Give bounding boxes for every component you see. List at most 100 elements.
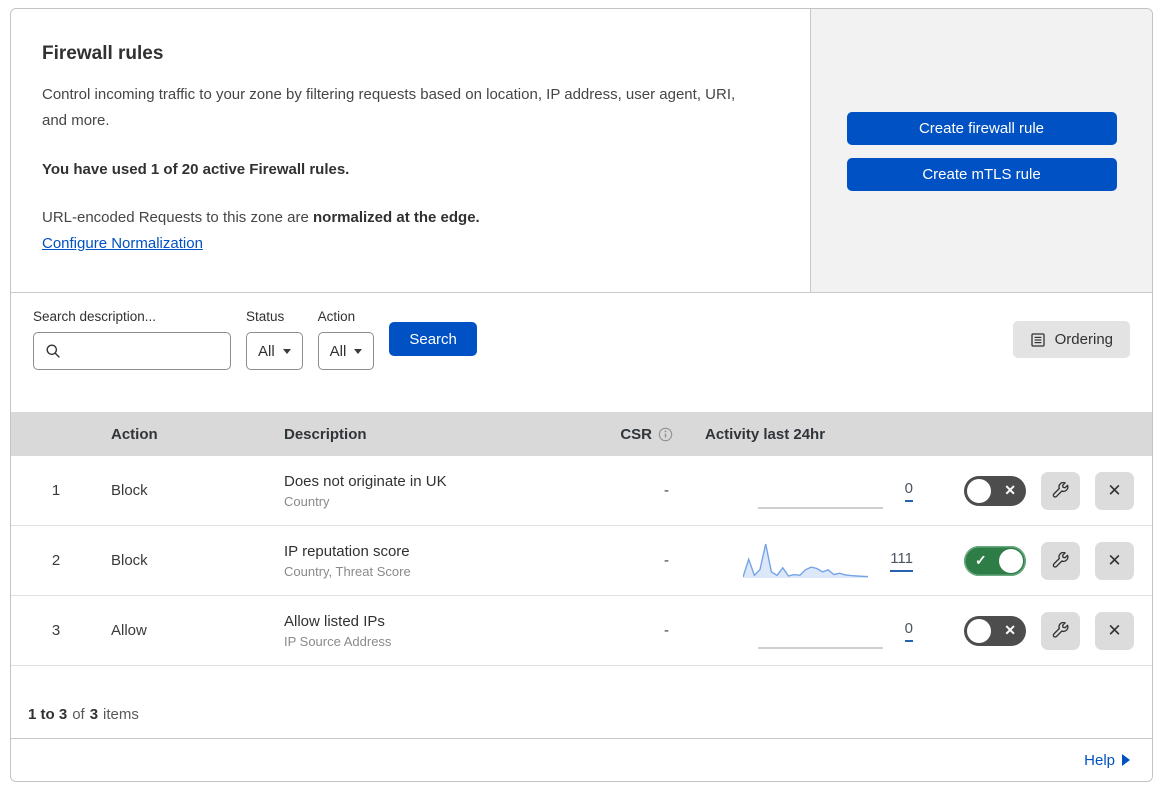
normalization-bold: normalized at the edge. — [313, 208, 480, 226]
action-dropdown[interactable]: All — [317, 332, 375, 370]
rule-enabled-toggle[interactable]: ✕ — [964, 475, 1026, 506]
rule-criteria: Country — [284, 493, 330, 509]
delete-rule-button[interactable]: ✕ — [1095, 541, 1134, 580]
page: Firewall rules Control incoming traffic … — [0, 0, 1161, 791]
delete-rule-button[interactable]: ✕ — [1095, 471, 1134, 510]
rule-activity-cell: 111 — [699, 526, 929, 595]
help-link-label: Help — [1084, 751, 1115, 769]
col-description: Description — [284, 425, 367, 443]
activity-sparkline — [757, 506, 883, 509]
create-firewall-rule-button[interactable]: Create firewall rule — [846, 112, 1117, 145]
edit-rule-button[interactable] — [1041, 611, 1080, 650]
action-filter-group: Action All — [317, 309, 375, 370]
activity-sparkline — [757, 646, 883, 649]
rule-action: Block — [111, 552, 148, 569]
rule-criteria: IP Source Address — [284, 633, 392, 649]
close-icon: ✕ — [1107, 550, 1122, 570]
table-row: 3 Allow Allow listed IPs IP Source Addre… — [11, 596, 1152, 666]
toggle-state-icon: ✕ — [1004, 481, 1016, 498]
items-text: items — [103, 706, 139, 723]
search-label: Search description... — [33, 309, 157, 324]
rule-criteria: Country, Threat Score — [284, 563, 411, 579]
rule-description-cell: IP reputation score Country, Threat Scor… — [269, 543, 599, 579]
chevron-down-icon — [354, 348, 363, 354]
activity-count-link[interactable]: 0 — [904, 620, 913, 642]
table-row: 1 Block Does not originate in UK Country… — [11, 456, 1152, 526]
toggle-knob — [967, 478, 991, 503]
activity-count-link[interactable]: 111 — [890, 550, 913, 572]
rule-description: Allow listed IPs — [284, 612, 385, 630]
close-icon: ✕ — [1107, 480, 1122, 500]
rule-controls: ✕ ✕ — [929, 471, 1152, 510]
rule-csr-value: - — [664, 482, 669, 499]
edit-rule-button[interactable] — [1041, 471, 1080, 510]
of-text: of — [72, 706, 85, 723]
wrench-icon — [1052, 552, 1069, 569]
activity-sparkline — [743, 543, 869, 578]
page-description: Control incoming traffic to your zone by… — [42, 86, 736, 130]
status-dropdown[interactable]: All — [246, 332, 303, 370]
range-text: 1 to 3 — [28, 706, 68, 723]
rule-priority: 3 — [51, 622, 61, 639]
rule-enabled-toggle[interactable]: ✕ — [964, 615, 1026, 646]
usage-summary: You have used 1 of 20 active Firewall ru… — [42, 160, 350, 178]
firewall-rules-panel: Firewall rules Control incoming traffic … — [10, 8, 1153, 782]
table-row: 2 Block IP reputation score Country, Thr… — [11, 526, 1152, 596]
col-action: Action — [111, 425, 158, 443]
arrow-right-icon — [1122, 754, 1130, 766]
rule-activity-cell: 0 — [699, 456, 929, 525]
wrench-icon — [1052, 482, 1069, 499]
toggle-knob — [999, 548, 1023, 573]
delete-rule-button[interactable]: ✕ — [1095, 611, 1134, 650]
status-dropdown-value: All — [258, 342, 275, 360]
rule-description: Does not originate in UK — [284, 472, 447, 490]
edit-rule-button[interactable] — [1041, 541, 1080, 580]
search-input-wrapper[interactable] — [33, 332, 231, 370]
activity-count-link[interactable]: 0 — [904, 480, 913, 502]
col-activity: Activity last 24hr — [705, 425, 826, 443]
rule-csr-value: - — [664, 622, 669, 639]
total-text: 3 — [89, 706, 99, 723]
toggle-state-icon: ✓ — [975, 551, 987, 568]
rule-action: Allow — [111, 622, 147, 639]
search-icon — [45, 343, 61, 359]
chevron-down-icon — [282, 348, 291, 354]
rule-controls: ✓ ✕ — [929, 541, 1152, 580]
col-csr-label: CSR — [620, 425, 652, 443]
toggle-knob — [967, 618, 991, 643]
help-bar: Help — [11, 738, 1152, 781]
rule-controls: ✕ ✕ — [929, 611, 1152, 650]
rule-description-cell: Allow listed IPs IP Source Address — [269, 613, 599, 649]
rule-csr-value: - — [664, 552, 669, 569]
create-mtls-rule-button[interactable]: Create mTLS rule — [846, 158, 1117, 191]
rule-activity-cell: 0 — [699, 596, 929, 665]
header-section: Firewall rules Control incoming traffic … — [11, 9, 1152, 293]
configure-normalization-link[interactable]: Configure Normalization — [42, 235, 203, 252]
search-group: Search description... — [33, 309, 231, 370]
rule-enabled-toggle[interactable]: ✓ — [964, 545, 1026, 576]
rule-priority: 2 — [51, 552, 61, 569]
rule-priority: 1 — [51, 482, 61, 499]
normalization-prefix: URL-encoded Requests to this zone are — [42, 208, 313, 226]
info-icon[interactable] — [658, 427, 673, 442]
ordering-button-label: Ordering — [1054, 331, 1113, 348]
status-label: Status — [246, 309, 285, 324]
normalization-text: URL-encoded Requests to this zone are no… — [42, 209, 770, 226]
rule-description: IP reputation score — [284, 542, 410, 560]
rule-description-cell: Does not originate in UK Country — [269, 473, 599, 509]
search-button[interactable]: Search — [389, 322, 477, 356]
actions-panel: Create firewall rule Create mTLS rule — [811, 9, 1152, 292]
ordering-list-icon — [1030, 332, 1046, 348]
close-icon: ✕ — [1107, 620, 1122, 640]
col-csr: CSR — [620, 426, 699, 443]
action-label: Action — [317, 309, 356, 324]
help-link[interactable]: Help — [1084, 752, 1130, 769]
table-header: Action Description CSR Activity last 24h… — [11, 412, 1152, 456]
search-input[interactable] — [69, 341, 222, 361]
wrench-icon — [1052, 622, 1069, 639]
action-dropdown-value: All — [329, 342, 347, 360]
filter-bar: Search description... Status All Action — [11, 293, 1152, 412]
header-text-block: Firewall rules Control incoming traffic … — [11, 9, 811, 292]
ordering-button[interactable]: Ordering — [1012, 321, 1130, 358]
page-title: Firewall rules — [42, 43, 164, 64]
